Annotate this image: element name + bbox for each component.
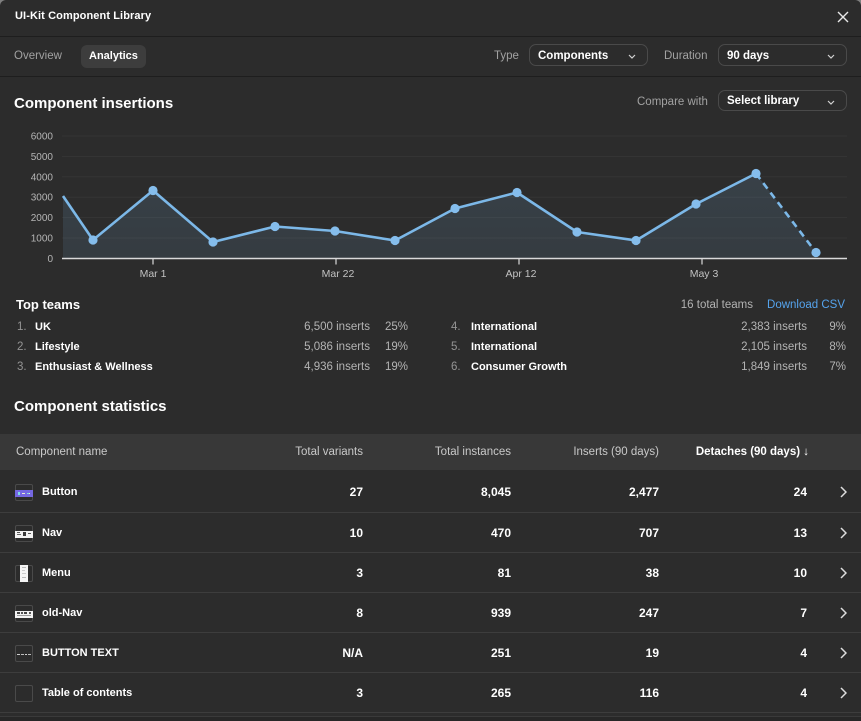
svg-text:3000: 3000 [31,193,54,204]
svg-text:Mar 1: Mar 1 [140,268,167,280]
svg-text:6000: 6000 [31,132,54,143]
svg-text:2000: 2000 [31,213,54,224]
svg-text:Mar 22: Mar 22 [322,268,355,280]
svg-text:May 3: May 3 [690,268,719,280]
svg-text:1000: 1000 [31,234,54,245]
svg-text:5000: 5000 [31,152,54,163]
svg-text:0: 0 [47,254,53,265]
svg-text:Apr 12: Apr 12 [506,268,537,280]
svg-text:4000: 4000 [31,172,54,183]
